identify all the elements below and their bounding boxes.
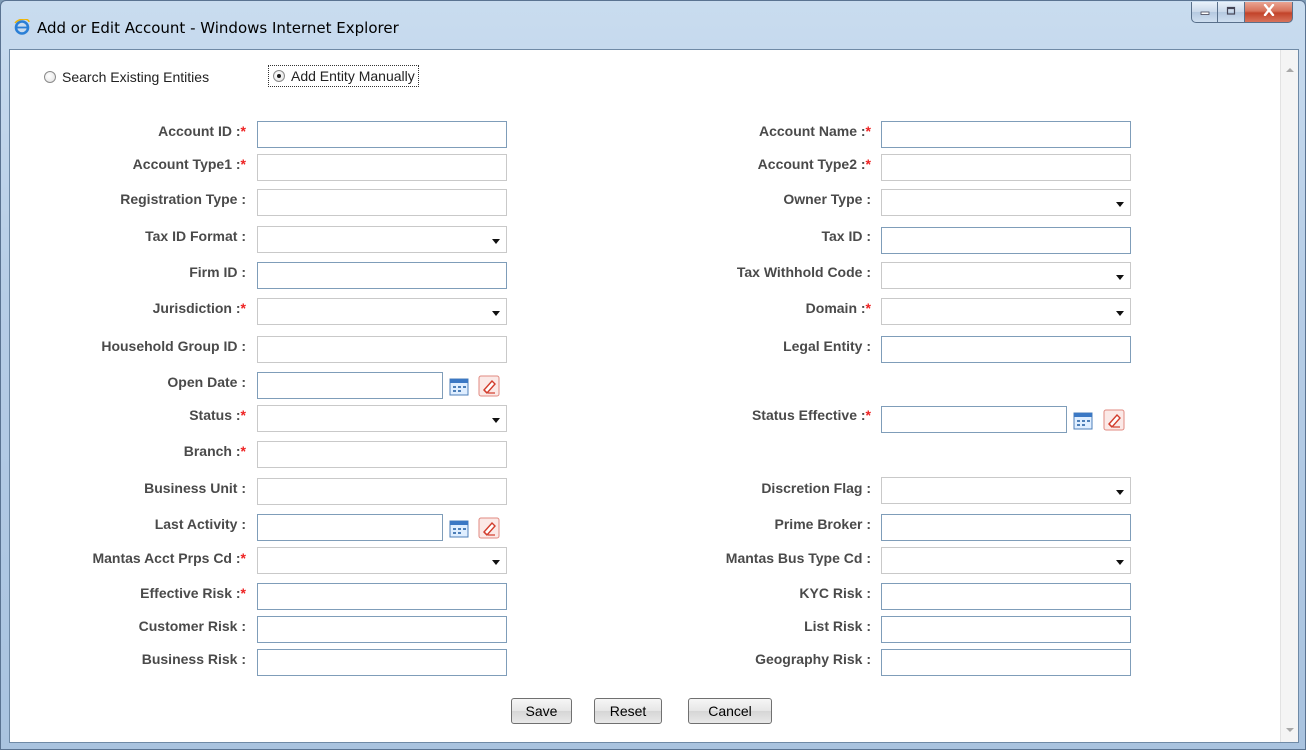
- status-effective-calendar-icon[interactable]: [1072, 410, 1094, 432]
- mantas-acct-prps-cd-label: Mantas Acct Prps Cd :*: [92, 550, 246, 566]
- tax-id-input[interactable]: [881, 227, 1131, 254]
- title-bar[interactable]: Add or Edit Account - Windows Internet E…: [1, 1, 1305, 49]
- jurisdiction-select[interactable]: [257, 298, 507, 325]
- browser-window: Add or Edit Account - Windows Internet E…: [0, 0, 1306, 750]
- add-manually-label: Add Entity Manually: [291, 68, 415, 84]
- status-select[interactable]: [257, 405, 507, 432]
- household-group-id-label: Household Group ID :: [101, 338, 246, 354]
- dialog-content: Search Existing Entities Add Entity Manu…: [9, 49, 1299, 743]
- internet-explorer-icon: [14, 18, 30, 35]
- entry-mode-selector: Search Existing Entities Add Entity Manu…: [10, 64, 610, 94]
- kyc-risk-input[interactable]: [881, 583, 1131, 610]
- business-risk-input[interactable]: [257, 649, 507, 676]
- jurisdiction-label: Jurisdiction :*: [152, 300, 246, 316]
- registration-type-input[interactable]: [257, 189, 507, 216]
- search-existing-radio[interactable]: [44, 71, 56, 83]
- prime-broker-input[interactable]: [881, 514, 1131, 541]
- account-name-label: Account Name :*: [758, 123, 871, 139]
- customer-risk-input[interactable]: [257, 616, 507, 643]
- tax-id-format-select[interactable]: [257, 226, 507, 253]
- prime-broker-label: Prime Broker :: [774, 516, 871, 532]
- reset-button[interactable]: Reset: [594, 698, 662, 724]
- business-risk-label: Business Risk :: [141, 651, 246, 667]
- last-activity-calendar-icon[interactable]: [448, 518, 470, 540]
- search-existing-label: Search Existing Entities: [62, 69, 210, 85]
- domain-select[interactable]: [881, 298, 1131, 325]
- account-type1-input[interactable]: [257, 154, 507, 181]
- effective-risk-input[interactable]: [257, 583, 507, 610]
- effective-risk-label: Effective Risk :*: [140, 585, 246, 601]
- account-type2-input[interactable]: [881, 154, 1131, 181]
- legal-entity-label: Legal Entity :: [783, 338, 871, 354]
- status-effective-clear-icon[interactable]: [1103, 409, 1125, 431]
- owner-type-label: Owner Type :: [783, 191, 871, 207]
- legal-entity-input[interactable]: [881, 336, 1131, 363]
- branch-label: Branch :*: [183, 443, 246, 459]
- firm-id-input[interactable]: [257, 262, 507, 289]
- registration-type-label: Registration Type :: [120, 191, 246, 207]
- mantas-bus-type-cd-select[interactable]: [881, 547, 1131, 574]
- window-title: Add or Edit Account - Windows Internet E…: [37, 19, 399, 37]
- tax-withhold-code-select[interactable]: [881, 262, 1131, 289]
- add-manually-radio[interactable]: [273, 70, 285, 82]
- status-effective-label: Status Effective :*: [751, 407, 871, 423]
- business-unit-label: Business Unit :: [144, 480, 246, 496]
- status-effective-input[interactable]: [881, 406, 1067, 433]
- tax-withhold-code-label: Tax Withhold Code :: [736, 264, 871, 280]
- status-label: Status :*: [189, 407, 246, 423]
- account-name-input[interactable]: [881, 121, 1131, 148]
- window-controls: [1191, 2, 1293, 23]
- scroll-up-icon[interactable]: [1286, 68, 1294, 72]
- customer-risk-label: Customer Risk :: [138, 618, 246, 634]
- maximize-button[interactable]: [1218, 2, 1245, 23]
- kyc-risk-label: KYC Risk :: [799, 585, 871, 601]
- geography-risk-label: Geography Risk :: [755, 651, 871, 667]
- open-date-calendar-icon[interactable]: [448, 376, 470, 398]
- add-entity-manually-option[interactable]: Add Entity Manually: [268, 65, 419, 87]
- tax-id-format-label: Tax ID Format :: [145, 228, 246, 244]
- account-id-label: Account ID :*: [158, 123, 246, 139]
- branch-input[interactable]: [257, 441, 507, 468]
- maximize-icon: [1225, 3, 1237, 21]
- mantas-acct-prps-cd-select[interactable]: [257, 547, 507, 574]
- account-id-input[interactable]: [257, 121, 507, 148]
- search-existing-entities-option[interactable]: Search Existing Entities: [44, 69, 209, 85]
- open-date-input[interactable]: [257, 372, 443, 399]
- minimize-button[interactable]: [1191, 2, 1218, 23]
- account-type1-label: Account Type1 :*: [132, 156, 246, 172]
- owner-type-select[interactable]: [881, 189, 1131, 216]
- discretion-flag-label: Discretion Flag :: [761, 480, 871, 496]
- domain-label: Domain :*: [805, 300, 871, 316]
- save-button[interactable]: Save: [511, 698, 572, 724]
- scroll-down-icon[interactable]: [1286, 728, 1294, 732]
- geography-risk-input[interactable]: [881, 649, 1131, 676]
- last-activity-input[interactable]: [257, 514, 443, 541]
- list-risk-input[interactable]: [881, 616, 1131, 643]
- open-date-clear-icon[interactable]: [478, 375, 500, 397]
- business-unit-input[interactable]: [257, 478, 507, 505]
- discretion-flag-select[interactable]: [881, 477, 1131, 504]
- last-activity-label: Last Activity :: [154, 516, 246, 532]
- vertical-scrollbar[interactable]: [1280, 50, 1298, 742]
- list-risk-label: List Risk :: [804, 618, 871, 634]
- open-date-label: Open Date :: [167, 374, 246, 390]
- account-type2-label: Account Type2 :*: [757, 156, 871, 172]
- mantas-bus-type-cd-label: Mantas Bus Type Cd :: [725, 550, 871, 566]
- cancel-button[interactable]: Cancel: [688, 698, 772, 724]
- minimize-icon: [1199, 3, 1211, 21]
- tax-id-label: Tax ID :: [821, 228, 871, 244]
- last-activity-clear-icon[interactable]: [478, 517, 500, 539]
- firm-id-label: Firm ID :: [189, 264, 246, 280]
- close-button[interactable]: [1245, 2, 1293, 23]
- household-group-id-input[interactable]: [257, 336, 507, 363]
- close-icon: [1262, 3, 1276, 21]
